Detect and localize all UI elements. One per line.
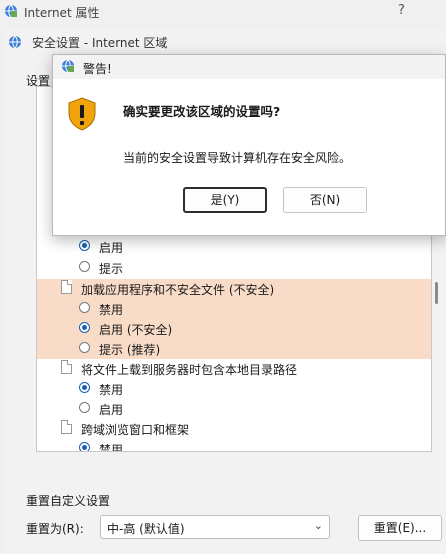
help-button[interactable]: ?: [398, 3, 405, 18]
internet-options-icon: [62, 59, 74, 73]
no-button[interactable]: 否(N): [283, 187, 367, 213]
radio-button[interactable]: [79, 261, 90, 272]
radio-button[interactable]: [79, 402, 90, 413]
internet-options-icon: [5, 4, 17, 18]
list-item[interactable]: 提示 (推荐): [37, 339, 431, 359]
radio-button[interactable]: [79, 442, 90, 451]
warning-titlebar: 警告!: [53, 55, 445, 79]
list-item[interactable]: 禁用: [37, 439, 431, 452]
document-icon: [61, 360, 72, 374]
reset-to-label: 重置为(R):: [26, 522, 84, 536]
radio-label: 禁用: [99, 303, 124, 317]
warning-shield-icon: [68, 97, 96, 131]
list-item[interactable]: 启用 (不安全): [37, 319, 431, 339]
list-item[interactable]: 禁用: [37, 379, 431, 399]
radio-label: 启用: [99, 241, 124, 255]
radio-button[interactable]: [79, 322, 90, 333]
reset-group-label: 重置自定义设置: [26, 494, 111, 508]
radio-button[interactable]: [79, 240, 90, 251]
category-label: 跨域浏览窗口和框架: [81, 423, 190, 437]
category-label: 将文件上载到服务器时包含本地目录路径: [81, 363, 298, 377]
reset-button[interactable]: 重置(E)...: [358, 515, 442, 541]
list-item[interactable]: 提示: [37, 258, 431, 278]
list-item[interactable]: 启用: [37, 399, 431, 419]
warning-detail: 当前的安全设置导致计算机存在安全风险。: [123, 151, 352, 165]
security-settings-title: 安全设置 - Internet 区域: [32, 36, 168, 50]
outer-window-title: Internet 属性: [24, 6, 100, 20]
list-item-category: 跨域浏览窗口和框架: [37, 419, 431, 439]
reset-level-select[interactable]: 中-高 (默认值) ⌄: [100, 515, 330, 539]
radio-label: 提示: [99, 262, 124, 276]
radio-button[interactable]: [79, 302, 90, 313]
radio-label: 禁用: [99, 443, 124, 452]
reset-level-value: 中-高 (默认值): [107, 522, 185, 536]
scrollbar-thumb[interactable]: [435, 282, 438, 304]
document-icon: [61, 280, 72, 294]
warning-dialog: 警告! 确实要更改该区域的设置吗? 当前的安全设置导致计算机存在安全风险。 是(…: [52, 54, 446, 236]
warning-title: 警告!: [83, 62, 112, 76]
list-item-category: 加载应用程序和不安全文件 (不安全): [37, 279, 431, 299]
list-item-category: 将文件上载到服务器时包含本地目录路径: [37, 359, 431, 379]
radio-label: 启用 (不安全): [99, 323, 173, 337]
radio-label: 提示 (推荐): [99, 343, 161, 357]
chevron-down-icon: ⌄: [313, 519, 323, 532]
document-icon: [61, 420, 72, 434]
radio-button[interactable]: [79, 342, 90, 353]
radio-label: 禁用: [99, 383, 124, 397]
list-item[interactable]: 禁用: [37, 299, 431, 319]
warning-question: 确实要更改该区域的设置吗?: [123, 104, 281, 119]
security-settings-icon: [9, 35, 21, 49]
radio-button[interactable]: [79, 382, 90, 393]
radio-label: 启用: [99, 403, 124, 417]
list-item[interactable]: 启用: [37, 237, 431, 257]
yes-button[interactable]: 是(Y): [183, 187, 267, 213]
category-label: 加载应用程序和不安全文件 (不安全): [81, 283, 275, 297]
